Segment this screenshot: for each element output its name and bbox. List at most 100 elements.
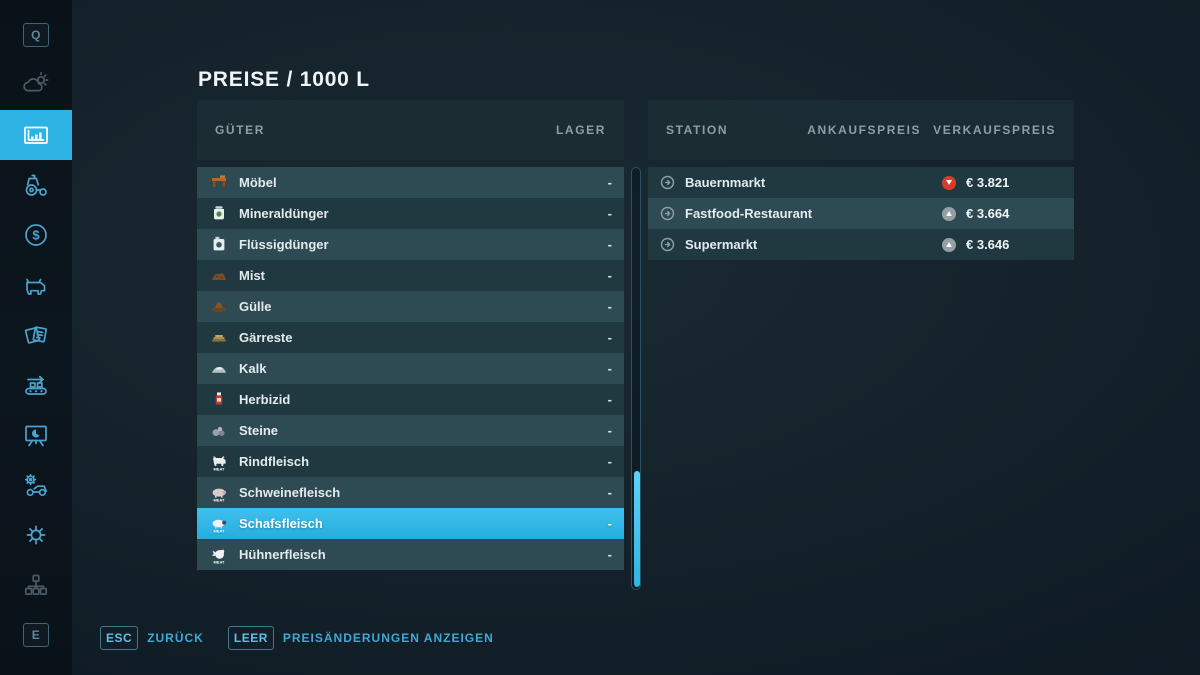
goods-row-storage: - [608,268,612,283]
goods-row-storage: - [608,237,612,252]
footer-hints: ESC ZURÜCK LEERPREISÄNDERUNGEN ANZEIGEN [100,624,494,652]
goods-row-label: Flüssigdünger [239,237,608,252]
goods-row[interactable]: Herbizid- [197,384,624,415]
goods-row[interactable]: Steine- [197,415,624,446]
goods-row[interactable]: MEAT Rindfleisch- [197,446,624,477]
sidebar-item-prices-chart[interactable] [0,110,72,160]
price-trend-up-icon [942,207,956,221]
goods-row-storage: - [608,206,612,221]
goods-row[interactable]: Kalk- [197,353,624,384]
e-key-label: E [23,623,49,647]
sidebar-item-contracts-cards[interactable] [0,310,72,360]
goods-row-storage: - [608,516,612,531]
goods-row-label: Schafsfleisch [239,516,608,531]
goods-row-label: Hühnerfleisch [239,547,608,562]
goods-row-storage: - [608,361,612,376]
station-price: € 3.821 [966,175,1009,190]
goods-row-storage: - [608,454,612,469]
sidebar-item-garage-vehicle[interactable] [0,460,72,510]
goods-list: Möbel-Mineraldünger-Flüssigdünger-Mist-G… [197,167,624,570]
herbicide-icon [209,390,229,410]
stones-icon [209,421,229,441]
sidebar-item-production-conveyor[interactable] [0,360,72,410]
goods-row[interactable]: MEATHühnerfleisch- [197,539,624,570]
goods-row-label: Gülle [239,299,608,314]
animals-cow-icon [22,271,50,299]
goods-row-storage: - [608,330,612,345]
liquid-fertilizer-icon [209,235,229,255]
goods-panel: GÜTER LAGER Möbel-Mineraldünger-Flüssigd… [197,100,624,570]
vehicles-tractor-icon [22,171,50,199]
goods-row-storage: - [608,423,612,438]
sidebar-item-vehicles-tractor[interactable] [0,160,72,210]
esc-keycap: ESC [100,626,138,650]
goods-scrollbar-thumb[interactable] [634,471,640,587]
sidebar-item-animals-cow[interactable] [0,260,72,310]
station-row[interactable]: Fastfood-Restaurant € 3.664 [648,198,1074,229]
goods-row-storage: - [608,392,612,407]
stations-panel: STATION ANKAUFSPREIS VERKAUFSPREIS Bauer… [648,100,1074,260]
chicken-meat-icon: MEAT [209,545,229,565]
sidebar-item-settings-gear[interactable] [0,510,72,560]
goods-column-header: GÜTER [215,123,265,137]
beef-meat-icon: MEAT [209,452,229,472]
furniture-icon [209,173,229,193]
lime-icon [209,359,229,379]
goods-row[interactable]: MEAT Schafsfleisch- [197,508,624,539]
leer-keycap: LEER [228,626,274,650]
goods-row-label: Steine [239,423,608,438]
goods-row-label: Möbel [239,175,608,190]
goods-row-label: Schweinefleisch [239,485,608,500]
sidebar-item-multiplayer-network[interactable] [0,560,72,610]
station-location-icon [660,175,675,190]
goods-scrollbar[interactable] [631,167,641,590]
svg-text:MEAT: MEAT [213,560,225,565]
svg-text:MEAT: MEAT [213,529,225,534]
buy-price-column-header: ANKAUFSPREIS [807,123,921,137]
weather-icon [22,71,50,99]
finances-dollar-icon: $ [22,221,50,249]
goods-row[interactable]: Flüssigdünger- [197,229,624,260]
goods-row[interactable]: MEATSchweinefleisch- [197,477,624,508]
prices-chart-icon [22,121,50,149]
station-price: € 3.664 [966,206,1009,221]
q-key-label: Q [23,23,49,47]
contracts-cards-icon [22,321,50,349]
settings-gear-icon [22,521,50,549]
sidebar-item-finances-dollar[interactable]: $ [0,210,72,260]
goods-row-label: Rindfleisch [239,454,608,469]
goods-row[interactable]: Möbel- [197,167,624,198]
station-row[interactable]: Bauernmarkt € 3.821 [648,167,1074,198]
station-name: Bauernmarkt [685,175,942,190]
station-location-icon [660,206,675,221]
stations-panel-header: STATION ANKAUFSPREIS VERKAUFSPREIS [648,100,1074,160]
goods-row[interactable]: Gülle- [197,291,624,322]
goods-row-label: Herbizid [239,392,608,407]
goods-row-label: Mist [239,268,608,283]
svg-text:MEAT: MEAT [213,498,225,503]
sell-price-column-header: VERKAUFSPREIS [933,123,1056,137]
hotkey-q: Q [0,10,72,60]
sidebar-item-statistics-board[interactable] [0,410,72,460]
goods-row[interactable]: Mineraldünger- [197,198,624,229]
goods-row[interactable]: Mist- [197,260,624,291]
goods-row-storage: - [608,299,612,314]
station-name: Fastfood-Restaurant [685,206,942,221]
footer-hint-label: ZURÜCK [147,631,204,645]
sidebar-item-weather[interactable] [0,60,72,110]
footer-hint-leer[interactable]: LEERPREISÄNDERUNGEN ANZEIGEN [228,626,494,650]
production-conveyor-icon [22,371,50,399]
statistics-board-icon [22,421,50,449]
svg-text:MEAT: MEAT [213,467,225,472]
pork-meat-icon: MEAT [209,483,229,503]
goods-row[interactable]: Gärreste- [197,322,624,353]
svg-text:$: $ [32,228,40,243]
price-trend-up-icon [942,238,956,252]
station-row[interactable]: Supermarkt€ 3.646 [648,229,1074,260]
goods-panel-header: GÜTER LAGER [197,100,624,160]
sidebar: Q $ E [0,0,72,675]
mineral-fertilizer-icon [209,204,229,224]
footer-hint-esc[interactable]: ESC ZURÜCK [100,626,204,650]
storage-column-header: LAGER [556,123,606,137]
station-column-header: STATION [666,123,728,137]
